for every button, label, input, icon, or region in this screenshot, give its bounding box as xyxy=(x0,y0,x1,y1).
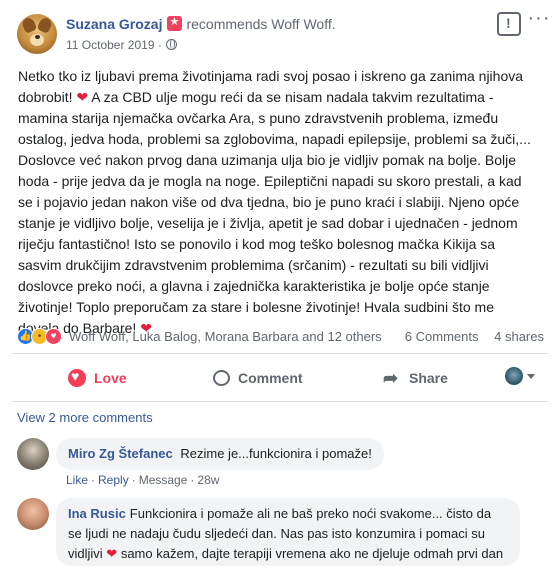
engagement-counts: 6 Comments 4 shares xyxy=(393,329,544,344)
comment-text-line: se ljudi ne nadaju čudu sljedeći dan. Na… xyxy=(68,526,485,541)
comment-label: Comment xyxy=(238,370,303,386)
comment-icon xyxy=(213,370,230,386)
comment-like-link[interactable]: Like xyxy=(66,473,88,487)
post-body-line: životinje! Toplo preporučam za stare i b… xyxy=(18,299,494,315)
post-body-line: se i pojavio jedan nakon više od dva tje… xyxy=(18,194,520,210)
avatar-nose xyxy=(35,35,40,39)
commenter-name[interactable]: Ina Rusic xyxy=(68,506,126,521)
avatar-ear-left xyxy=(20,16,38,34)
post-date[interactable]: 11 October 2019 xyxy=(66,38,155,52)
post-body: Netko tko iz ljubavi prema životinjama r… xyxy=(18,66,546,339)
post-body-line: ostalog, jedva hoda, problemi sa zglobov… xyxy=(18,131,531,147)
heart-emoji-icon: ❤ xyxy=(76,89,89,105)
post-body-line: doslovce preko noći, a glavna i zajednič… xyxy=(18,278,490,294)
divider-top xyxy=(12,353,548,354)
post-body-line: dobrobit! ❤ A za CBD ulje mogu reći da s… xyxy=(18,89,494,105)
recommends-text: recommends xyxy=(186,16,268,32)
avatar-ear-right xyxy=(36,16,54,34)
post-body-line: sasvim drukčijim zdravstvenim problemima… xyxy=(18,257,489,273)
share-icon: ➦ xyxy=(383,368,399,388)
love-label: Love xyxy=(94,370,127,386)
chevron-down-icon xyxy=(527,373,535,379)
comment-bubble: Miro Zg Štefanec Rezime je...funkcionira… xyxy=(56,438,384,470)
share-label: Share xyxy=(409,370,448,386)
comment-time[interactable]: 28w xyxy=(197,473,219,487)
commenter-avatar[interactable] xyxy=(17,438,49,470)
comment-bubble: Ina Rusic Funkcionira i pomaže ali ne baš… xyxy=(56,498,520,566)
post-meta: 11 October 2019 · xyxy=(66,38,177,52)
comment-text: Funkcionira i pomaže ali ne baš preko no… xyxy=(129,506,492,521)
report-flag-icon[interactable] xyxy=(497,12,521,36)
page-name-link[interactable]: Woff Woff. xyxy=(271,16,335,32)
post-body-line: riječju fantastično! Isto se ponovilo i … xyxy=(18,236,496,252)
share-button[interactable]: ➦ Share xyxy=(383,363,448,393)
love-button[interactable]: Love xyxy=(68,363,127,393)
heart-emoji-icon: ❤ xyxy=(106,546,118,561)
globe-icon[interactable] xyxy=(165,39,177,50)
comment-text-line: Ina Rusic Funkcionira i pomaže ali ne baš… xyxy=(68,504,508,524)
love-reaction-icon: ♥ xyxy=(45,327,62,345)
post-body-line: hoda - prije jedva da je mogla na noge. … xyxy=(18,173,522,189)
reaction-names[interactable]: Woff Woff, Luka Balog, Morana Barbara an… xyxy=(69,329,382,344)
shares-count[interactable]: 4 shares xyxy=(494,329,544,344)
view-more-comments-link[interactable]: View 2 more comments xyxy=(17,410,153,425)
divider-bottom xyxy=(12,401,548,402)
author-avatar[interactable] xyxy=(17,14,57,54)
comment-message-link[interactable]: Message xyxy=(139,473,188,487)
comment-button[interactable]: Comment xyxy=(213,363,303,393)
post-body-line: Netko tko iz ljubavi prema životinjama r… xyxy=(18,68,524,84)
comment-reply-link[interactable]: Reply xyxy=(98,473,129,487)
comments-count[interactable]: 6 Comments xyxy=(405,329,479,344)
post-body-line: Doslovce već nakon prvog dana uzimanja u… xyxy=(18,152,517,168)
commenter-avatar[interactable] xyxy=(17,498,49,530)
comment-actions: Like · Reply · Message · 28w xyxy=(66,473,220,487)
commenter-name[interactable]: Miro Zg Štefanec xyxy=(68,446,173,461)
reaction-icons[interactable]: 👍 • ♥ xyxy=(17,327,62,345)
more-options-icon[interactable]: ··· xyxy=(526,8,552,34)
post-body-line: stanje je vidljivo bolje, veselija je i … xyxy=(18,215,518,231)
facebook-post-card: Suzana Grozaj recommends Woff Woff. 11 Oc… xyxy=(0,0,560,566)
post-body-line: mamina starija njemačka ovčarka Ara, s p… xyxy=(18,110,499,126)
post-header: Suzana Grozaj recommends Woff Woff. xyxy=(66,15,336,32)
comment-text-line: vidljivi ❤ samo kažem, dajte terapiji vr… xyxy=(68,546,504,561)
recommendation-icon xyxy=(167,15,183,31)
heart-icon xyxy=(68,368,86,387)
viewer-avatar xyxy=(505,367,523,385)
author-name[interactable]: Suzana Grozaj xyxy=(66,16,162,32)
comment-text: Rezime je...funkcionira i pomaže! xyxy=(180,446,372,461)
audience-selector[interactable] xyxy=(505,367,535,385)
